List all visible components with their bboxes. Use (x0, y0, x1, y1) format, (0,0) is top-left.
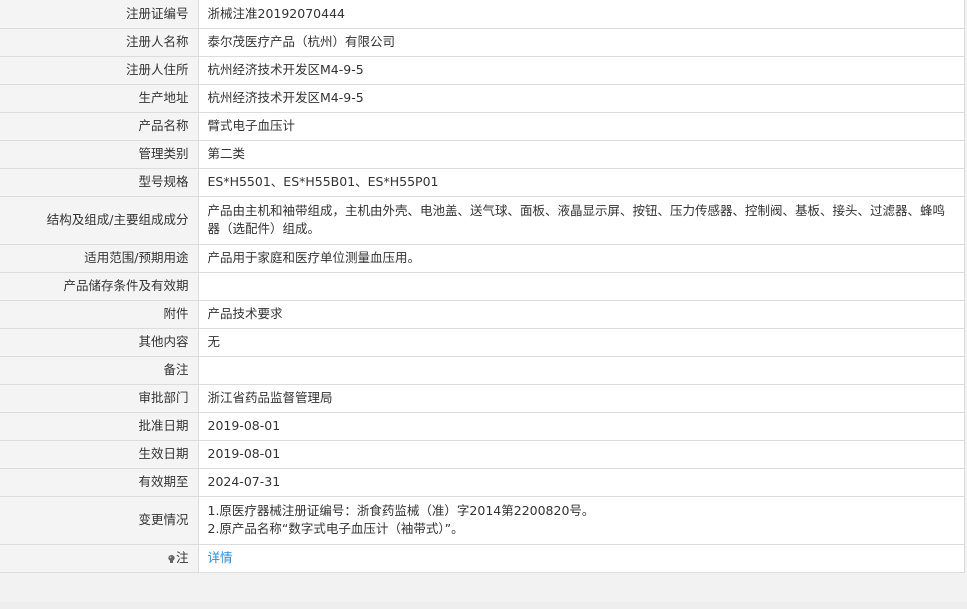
registration-info-table: 注册证编号 浙械注准20192070444 注册人名称 泰尔茂医疗产品（杭州）有… (0, 0, 964, 573)
value-effective-date: 2019-08-01 (198, 440, 964, 469)
row-registration-number: 注册证编号 浙械注准20192070444 (0, 0, 964, 29)
details-link[interactable]: 详情 (208, 550, 233, 565)
value-registrant-name: 泰尔茂医疗产品（杭州）有限公司 (198, 28, 964, 57)
label-registrant-address: 注册人住所 (0, 56, 199, 85)
label-intended-use: 适用范围/预期用途 (0, 244, 199, 273)
label-storage-validity: 产品储存条件及有效期 (0, 272, 199, 301)
row-model-spec: 型号规格 ES*H5501、ES*H55B01、ES*H55P01 (0, 168, 964, 197)
label-valid-until: 有效期至 (0, 468, 199, 497)
value-model-spec: ES*H5501、ES*H55B01、ES*H55P01 (198, 168, 964, 197)
row-note: 注 详情 (0, 544, 964, 573)
label-model-spec: 型号规格 (0, 168, 199, 197)
row-storage-validity: 产品储存条件及有效期 (0, 272, 964, 301)
row-remarks: 备注 (0, 356, 964, 385)
label-registrant-name: 注册人名称 (0, 28, 199, 57)
label-product-name: 产品名称 (0, 112, 199, 141)
row-change-history: 变更情况 1.原医疗器械注册证编号：浙食药监械（准）字2014第2200820号… (0, 496, 964, 545)
bottom-band (0, 602, 967, 609)
change-line-2: 2.原产品名称“数字式电子血压计（袖带式）”。 (207, 521, 464, 536)
label-registration-number: 注册证编号 (0, 0, 199, 29)
label-effective-date: 生效日期 (0, 440, 199, 469)
value-registration-number: 浙械注准20192070444 (198, 0, 964, 29)
value-attachment: 产品技术要求 (198, 300, 964, 329)
value-valid-until: 2024-07-31 (198, 468, 964, 497)
label-production-address: 生产地址 (0, 84, 199, 113)
row-intended-use: 适用范围/预期用途 产品用于家庭和医疗单位测量血压用。 (0, 244, 964, 273)
value-registrant-address: 杭州经济技术开发区M4-9-5 (198, 56, 964, 85)
label-change-history: 变更情况 (0, 496, 199, 545)
value-product-name: 臂式电子血压计 (198, 112, 964, 141)
row-production-address: 生产地址 杭州经济技术开发区M4-9-5 (0, 84, 964, 113)
row-registrant-address: 注册人住所 杭州经济技术开发区M4-9-5 (0, 56, 964, 85)
label-attachment: 附件 (0, 300, 199, 329)
label-approval-department: 审批部门 (0, 384, 199, 413)
value-change-history: 1.原医疗器械注册证编号：浙食药监械（准）字2014第2200820号。 2.原… (198, 496, 964, 545)
value-production-address: 杭州经济技术开发区M4-9-5 (198, 84, 964, 113)
value-storage-validity (198, 272, 964, 301)
note-label-text: 注 (175, 550, 189, 565)
row-registrant-name: 注册人名称 泰尔茂医疗产品（杭州）有限公司 (0, 28, 964, 57)
row-valid-until: 有效期至 2024-07-31 (0, 468, 964, 497)
row-approval-department: 审批部门 浙江省药品监督管理局 (0, 384, 964, 413)
row-other-content: 其他内容 无 (0, 328, 964, 357)
label-remarks: 备注 (0, 356, 199, 385)
value-other-content: 无 (198, 328, 964, 357)
row-product-name: 产品名称 臂式电子血压计 (0, 112, 964, 141)
value-remarks (198, 356, 964, 385)
row-attachment: 附件 产品技术要求 (0, 300, 964, 329)
value-note: 详情 (198, 544, 964, 573)
row-approval-date: 批准日期 2019-08-01 (0, 412, 964, 441)
label-approval-date: 批准日期 (0, 412, 199, 441)
label-management-category: 管理类别 (0, 140, 199, 169)
label-other-content: 其他内容 (0, 328, 199, 357)
value-management-category: 第二类 (198, 140, 964, 169)
row-structure-composition: 结构及组成/主要组成成分 产品由主机和袖带组成，主机由外壳、电池盖、送气球、面板… (0, 196, 964, 245)
change-line-1: 1.原医疗器械注册证编号：浙食药监械（准）字2014第2200820号。 (207, 503, 595, 518)
label-structure-composition: 结构及组成/主要组成成分 (0, 196, 199, 245)
row-management-category: 管理类别 第二类 (0, 140, 964, 169)
registration-info-panel: 注册证编号 浙械注准20192070444 注册人名称 泰尔茂医疗产品（杭州）有… (0, 0, 965, 573)
value-approval-department: 浙江省药品监督管理局 (198, 384, 964, 413)
value-approval-date: 2019-08-01 (198, 412, 964, 441)
bulb-icon (168, 555, 175, 563)
label-note: 注 (0, 544, 199, 573)
value-structure-composition: 产品由主机和袖带组成，主机由外壳、电池盖、送气球、面板、液晶显示屏、按钮、压力传… (198, 196, 964, 245)
row-effective-date: 生效日期 2019-08-01 (0, 440, 964, 469)
value-intended-use: 产品用于家庭和医疗单位测量血压用。 (198, 244, 964, 273)
